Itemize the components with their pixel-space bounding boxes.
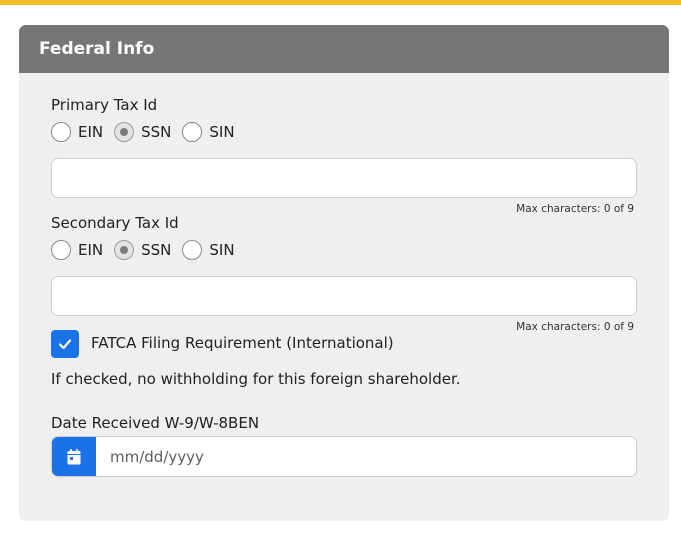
primary-radio-sin[interactable]: SIN	[182, 122, 235, 142]
secondary-tax-id-char-counter: Max characters: 0 of 9	[516, 321, 634, 333]
primary-tax-id-char-counter: Max characters: 0 of 9	[516, 203, 634, 215]
primary-tax-type-radio-group: EIN SSN SIN	[51, 122, 246, 142]
date-received-input[interactable]	[96, 437, 636, 476]
primary-radio-ein[interactable]: EIN	[51, 122, 103, 142]
secondary-tax-id-input[interactable]	[51, 276, 637, 316]
radio-circle-checked-icon[interactable]	[114, 122, 135, 142]
federal-info-card: Federal Info Primary Tax Id EIN SSN SIN …	[19, 25, 669, 521]
secondary-tax-type-radio-group: EIN SSN SIN	[51, 240, 246, 260]
fatca-checkbox[interactable]	[51, 330, 79, 358]
checkmark-icon	[58, 339, 72, 350]
secondary-radio-ein[interactable]: EIN	[51, 240, 103, 260]
fatca-note: If checked, no withholding for this fore…	[51, 370, 461, 388]
primary-tax-id-input[interactable]	[51, 158, 637, 198]
radio-circle-icon[interactable]	[182, 240, 203, 260]
secondary-radio-sin[interactable]: SIN	[182, 240, 235, 260]
primary-radio-ssn[interactable]: SSN	[114, 122, 171, 142]
top-accent-bar	[0, 0, 681, 5]
radio-circle-icon[interactable]	[51, 240, 71, 260]
card-title: Federal Info	[19, 25, 669, 73]
radio-circle-icon[interactable]	[182, 122, 203, 142]
secondary-tax-id-label: Secondary Tax Id	[51, 214, 179, 232]
calendar-icon	[67, 448, 81, 464]
primary-tax-id-label: Primary Tax Id	[51, 96, 158, 114]
radio-circle-checked-icon[interactable]	[114, 240, 135, 260]
date-received-label: Date Received W-9/W-8BEN	[51, 414, 260, 432]
date-received-field	[51, 436, 637, 477]
secondary-radio-ssn[interactable]: SSN	[114, 240, 171, 260]
radio-circle-icon[interactable]	[51, 122, 71, 142]
fatca-label: FATCA Filing Requirement (International)	[91, 334, 394, 352]
date-picker-button[interactable]	[52, 437, 96, 476]
